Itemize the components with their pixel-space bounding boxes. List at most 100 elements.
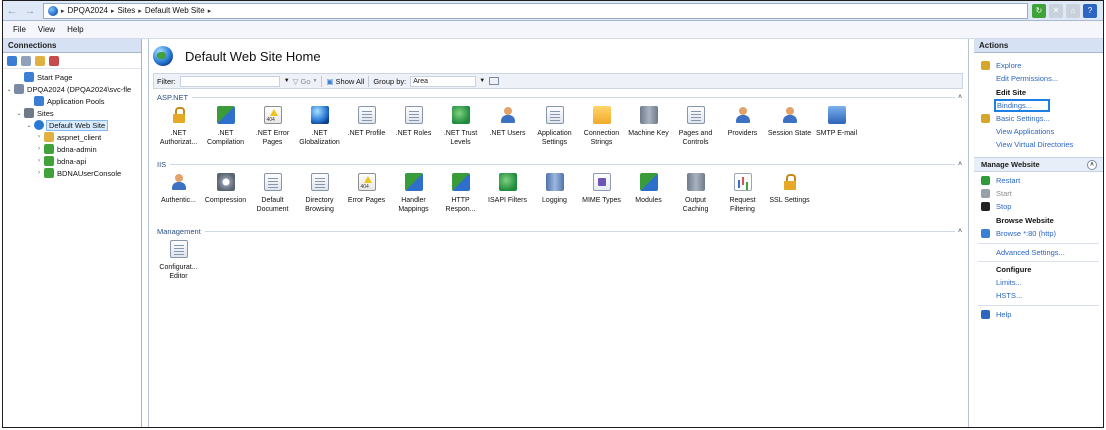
breadcrumb-server[interactable]: DPQA2024: [68, 6, 108, 15]
back-arrow-icon[interactable]: ←: [3, 3, 21, 19]
show-all-button[interactable]: ▣ Show All: [326, 77, 364, 86]
feature-label: .NET Globalization: [299, 130, 340, 146]
group-header-management[interactable]: Management ˄: [157, 226, 965, 236]
tree-expander-icon[interactable]: ⌄: [25, 122, 33, 129]
stop-icon[interactable]: ✕: [1049, 3, 1063, 18]
tree-item-dpqa2024-dpqa2024-svc-fle[interactable]: ⌄ DPQA2024 (DPQA2024\svc-fle: [3, 83, 141, 95]
features-view: Default Web Site Home Filter: ▼ ▽ Go ▼ ▣ Sh…: [148, 39, 969, 427]
feature-handler-mappings[interactable]: Handler Mappings: [390, 173, 437, 223]
configurat-editor-icon: [169, 240, 188, 258]
manage-website-header[interactable]: Manage Website ˄: [974, 157, 1103, 172]
action-explore[interactable]: Explore: [974, 59, 1103, 72]
action-hsts[interactable]: HSTS...: [974, 289, 1103, 302]
feature-net-globalization[interactable]: .NET Globalization: [296, 106, 343, 156]
feature-output-caching[interactable]: Output Caching: [672, 173, 719, 223]
disconnect-icon[interactable]: [49, 55, 59, 66]
group-divider: [204, 230, 955, 232]
collapse-chevron-icon[interactable]: ˄: [1087, 159, 1097, 170]
action-browse-80-http[interactable]: Browse *:80 (http): [974, 227, 1103, 240]
feature-default-document[interactable]: Default Document: [249, 173, 296, 223]
feature-label: Authentic...: [160, 197, 197, 204]
feature-net-trust-levels[interactable]: .NET Trust Levels: [437, 106, 484, 156]
feature-session-state[interactable]: Session State: [766, 106, 813, 156]
tree-expander-icon[interactable]: ⌄: [15, 110, 23, 117]
tree-expander-icon[interactable]: ›: [35, 134, 43, 140]
feature-mime-types[interactable]: MIME Types: [578, 173, 625, 223]
action-view-applications[interactable]: View Applications: [974, 125, 1103, 138]
filter-input[interactable]: [179, 75, 280, 87]
action-advanced-settings[interactable]: Advanced Settings...: [974, 246, 1103, 259]
breadcrumb[interactable]: ▸ DPQA2024 ▸ Sites ▸ Default Web Site ▸: [43, 2, 1028, 19]
menu-view[interactable]: View: [38, 25, 55, 34]
action-restart[interactable]: Restart: [974, 174, 1103, 187]
action-bindings[interactable]: Bindings...: [974, 99, 1103, 112]
feature-net-authorizat[interactable]: .NET Authorizat...: [155, 106, 202, 156]
feature-authentic[interactable]: Authentic...: [155, 173, 202, 223]
view-mode-icon[interactable]: [489, 77, 500, 85]
feature-machine-key[interactable]: Machine Key: [625, 106, 672, 156]
feature-ssl-settings[interactable]: SSL Settings: [766, 173, 813, 223]
feature-http-respon[interactable]: HTTP Respon...: [437, 173, 484, 223]
feature-directory-browsing[interactable]: Directory Browsing: [296, 173, 343, 223]
action-view-virtual-directories[interactable]: View Virtual Directories: [974, 138, 1103, 151]
tree-item-bdna-api[interactable]: › bdna-api: [3, 155, 141, 167]
tree-expander-icon[interactable]: ⌄: [5, 86, 13, 93]
save-icon[interactable]: [21, 55, 31, 66]
action-help[interactable]: Help: [974, 308, 1103, 321]
action-basic-settings[interactable]: Basic Settings...: [974, 112, 1103, 125]
collapse-chevron-icon[interactable]: ˄: [955, 228, 965, 235]
feature-smtp-e-mail[interactable]: SMTP E-mail: [813, 106, 860, 156]
feature-isapi-filters[interactable]: ISAPI Filters: [484, 173, 531, 223]
feature-net-users[interactable]: .NET Users: [484, 106, 531, 156]
group-by-select[interactable]: Area: [410, 75, 477, 87]
tree-item-start-page[interactable]: Start Page: [3, 71, 141, 83]
feature-request-filtering[interactable]: Request Filtering: [719, 173, 766, 223]
tree-item-application-pools[interactable]: Application Pools: [3, 95, 141, 107]
tree-expander-icon[interactable]: ›: [35, 146, 43, 152]
filter-dropdown-icon[interactable]: ▼: [284, 78, 290, 84]
tree-item-sites[interactable]: ⌄ Sites: [3, 107, 141, 119]
tree-item-default-web-site[interactable]: ⌄ Default Web Site: [3, 119, 141, 131]
refresh-icon[interactable]: ↻: [1032, 3, 1046, 18]
tree-expander-icon[interactable]: ›: [35, 170, 43, 176]
tree-expander-icon[interactable]: ›: [35, 158, 43, 164]
menu-help[interactable]: Help: [67, 25, 83, 34]
up-level-icon[interactable]: [35, 55, 45, 66]
connect-icon[interactable]: [7, 55, 17, 66]
tree-item-bdna-admin[interactable]: › bdna-admin: [3, 143, 141, 155]
home-icon[interactable]: ⌂: [1066, 3, 1080, 18]
tree-item-bdnauserconsole[interactable]: › BDNAUserConsole: [3, 167, 141, 179]
action-stop[interactable]: Stop: [974, 200, 1103, 213]
group-by-dropdown-icon[interactable]: ▼: [479, 78, 485, 84]
group-header-iis[interactable]: IIS ˄: [157, 159, 965, 169]
action-edit-permissions[interactable]: Edit Permissions...: [974, 72, 1103, 85]
feature-providers[interactable]: Providers: [719, 106, 766, 156]
breadcrumb-site[interactable]: Default Web Site: [145, 6, 205, 15]
action-label: Limits...: [996, 278, 1022, 287]
feature-application-settings[interactable]: Application Settings: [531, 106, 578, 156]
feature-net-profile[interactable]: .NET Profile: [343, 106, 390, 156]
feature-net-roles[interactable]: .NET Roles: [390, 106, 437, 156]
feature-net-compilation[interactable]: .NET Compilation: [202, 106, 249, 156]
feature-connection-strings[interactable]: Connection Strings: [578, 106, 625, 156]
feature-compression[interactable]: Compression: [202, 173, 249, 223]
help-icon[interactable]: ?: [1083, 3, 1097, 18]
browse-80-http-icon: [981, 229, 990, 238]
feature-pages-and-controls[interactable]: Pages and Controls: [672, 106, 719, 156]
menu-file[interactable]: File: [13, 25, 26, 34]
feature-label: Handler Mappings: [398, 197, 429, 213]
collapse-chevron-icon[interactable]: ˄: [955, 94, 965, 101]
forward-arrow-icon[interactable]: →: [21, 3, 39, 19]
group-header-asp-net[interactable]: ASP.NET ˄: [157, 92, 965, 102]
feature-logging[interactable]: Logging: [531, 173, 578, 223]
go-button[interactable]: ▽ Go ▼: [293, 77, 318, 86]
action-label: Explore: [996, 61, 1022, 70]
feature-configurat-editor[interactable]: Configurat... Editor: [155, 240, 202, 300]
action-limits[interactable]: Limits...: [974, 276, 1103, 289]
breadcrumb-sites[interactable]: Sites: [118, 6, 136, 15]
collapse-chevron-icon[interactable]: ˄: [955, 161, 965, 168]
feature-net-error-pages[interactable]: .NET Error Pages: [249, 106, 296, 156]
tree-item-aspnet-client[interactable]: › aspnet_client: [3, 131, 141, 143]
feature-error-pages[interactable]: Error Pages: [343, 173, 390, 223]
feature-modules[interactable]: Modules: [625, 173, 672, 223]
